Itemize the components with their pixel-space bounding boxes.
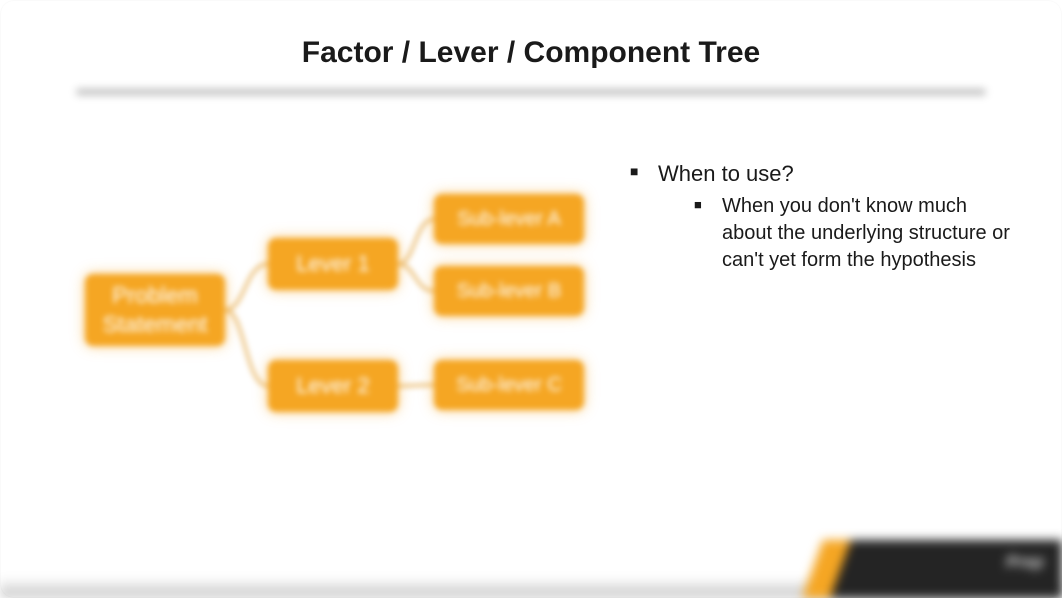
node-label: Lever 2 [296, 373, 369, 399]
content-area: Problem Statement Lever 1 Lever 2 Sub-le… [0, 96, 1062, 466]
nested-bullet-text: When you don't know much about the under… [722, 195, 1010, 271]
node-label: Problem Statement [103, 281, 208, 339]
node-lever-1: Lever 1 [268, 238, 398, 290]
nested-bullet: When you don't know much about the under… [694, 193, 1022, 274]
node-sub-lever-a: Sub-lever A [434, 194, 584, 244]
node-label: Lever 1 [296, 251, 369, 277]
bullet-list: When to use? When you don't know much ab… [630, 161, 1022, 274]
node-sub-lever-b: Sub-lever B [434, 266, 584, 316]
node-problem-statement: Problem Statement [85, 274, 225, 346]
nested-list: When you don't know much about the under… [658, 193, 1022, 274]
tree-diagram: Problem Statement Lever 1 Lever 2 Sub-le… [40, 146, 600, 466]
bullet-heading: When to use? When you don't know much ab… [630, 161, 1022, 274]
brand-tab: Prep [802, 540, 1062, 598]
node-lever-2: Lever 2 [268, 360, 398, 412]
title-divider [76, 88, 986, 96]
text-column: When to use? When you don't know much ab… [600, 146, 1022, 466]
node-label: Sub-lever C [456, 374, 562, 397]
node-sub-lever-c: Sub-lever C [434, 360, 584, 410]
slide-title: Factor / Lever / Component Tree [0, 0, 1062, 70]
bullet-heading-text: When to use? [658, 161, 794, 186]
brand-text: Prep [1006, 554, 1044, 572]
node-label: Sub-lever A [457, 208, 560, 231]
node-label: Sub-lever B [457, 280, 562, 303]
slide: Factor / Lever / Component Tree Problem … [0, 0, 1062, 598]
